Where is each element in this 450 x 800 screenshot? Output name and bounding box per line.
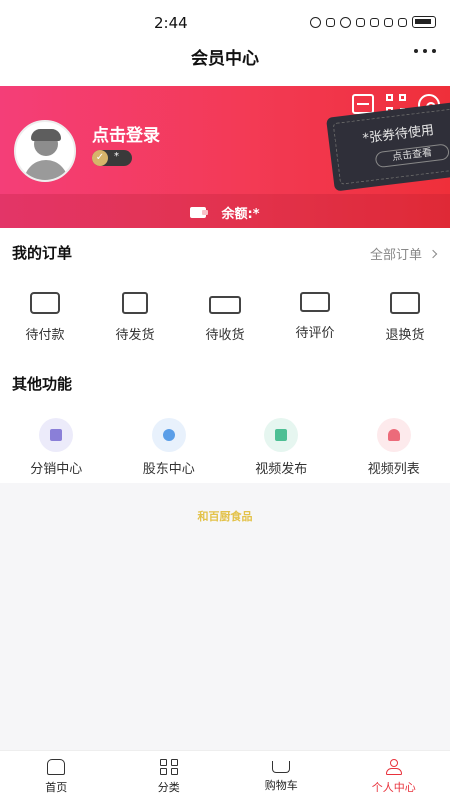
comment-icon: [300, 292, 330, 312]
functions-section: 其他功能 分销中心 股东中心 视频发布 视频列表: [0, 373, 450, 483]
nfc-icon: [326, 17, 335, 27]
tab-category[interactable]: 分类: [113, 751, 226, 800]
all-orders-link[interactable]: 全部订单: [370, 244, 438, 263]
more-icon[interactable]: [414, 46, 436, 56]
distribution-icon: [39, 418, 74, 452]
orders-section: 我的订单 全部订单 待付款 待发货 待收货 待评价 退换货: [0, 228, 450, 373]
wallet-icon: [30, 292, 60, 314]
video-publish-icon: [264, 418, 299, 452]
signal-icon: [384, 17, 393, 27]
home-icon: [47, 759, 66, 775]
nav-bar: 会员中心: [0, 40, 450, 86]
eye-icon: [310, 16, 321, 28]
chevron-right-icon: [428, 249, 438, 259]
tab-profile[interactable]: 个人中心: [338, 751, 450, 800]
function-video-list[interactable]: 视频列表: [338, 418, 450, 477]
scan-icon[interactable]: [352, 94, 374, 114]
function-shareholder[interactable]: 股东中心: [113, 418, 226, 477]
status-time: 2:44: [154, 14, 188, 32]
return-icon: [390, 292, 420, 314]
level-badge: ✓ *: [92, 150, 132, 166]
category-icon: [159, 759, 178, 775]
wifi-icon: [370, 17, 379, 27]
order-item-return[interactable]: 退换货: [360, 292, 450, 343]
orders-row: 待付款 待发货 待收货 待评价 退换货: [0, 292, 450, 343]
balance-text: 余额:*: [221, 207, 260, 222]
level-text: *: [114, 151, 119, 162]
order-item-pending-shipment[interactable]: 待发货: [90, 292, 180, 343]
login-link[interactable]: 点击登录: [92, 121, 160, 146]
profile-banner: 点击登录 ✓ * *张券待使用 点击查看 余额:*: [0, 86, 450, 228]
function-distribution[interactable]: 分销中心: [0, 418, 113, 477]
order-item-pending-receipt[interactable]: 待收货: [180, 292, 270, 343]
bluetooth-icon: [356, 17, 365, 27]
video-list-icon: [376, 418, 411, 452]
functions-title: 其他功能: [12, 375, 73, 393]
function-video-publish[interactable]: 视频发布: [225, 418, 338, 477]
footer-brand: 和百厨食品: [197, 510, 253, 523]
functions-row: 分销中心 股东中心 视频发布 视频列表: [0, 418, 450, 477]
avatar[interactable]: [14, 120, 76, 182]
order-item-pending-review[interactable]: 待评价: [270, 292, 360, 343]
status-icons: [310, 16, 436, 28]
alarm-icon: [340, 16, 351, 28]
status-bar: 2:44: [0, 0, 450, 40]
battery-icon: [412, 16, 436, 28]
tab-home[interactable]: 首页: [0, 751, 113, 800]
tab-cart[interactable]: 购物车: [225, 751, 338, 800]
package-icon: [122, 292, 148, 314]
orders-title: 我的订单: [12, 244, 73, 262]
cart-icon: [272, 761, 291, 773]
database-icon: [151, 418, 186, 452]
page-title: 会员中心: [191, 49, 259, 69]
truck-icon: [209, 296, 241, 314]
wallet-icon: [190, 207, 209, 218]
user-icon: [385, 759, 403, 775]
tab-bar: 首页 分类 购物车 个人中心: [0, 750, 450, 800]
order-item-pending-payment[interactable]: 待付款: [0, 292, 90, 343]
coupon-card[interactable]: *张券待使用 点击查看: [326, 99, 450, 192]
level-icon: ✓: [92, 150, 108, 166]
signal-icon-2: [398, 17, 407, 27]
balance-strip[interactable]: 余额:*: [0, 194, 450, 228]
